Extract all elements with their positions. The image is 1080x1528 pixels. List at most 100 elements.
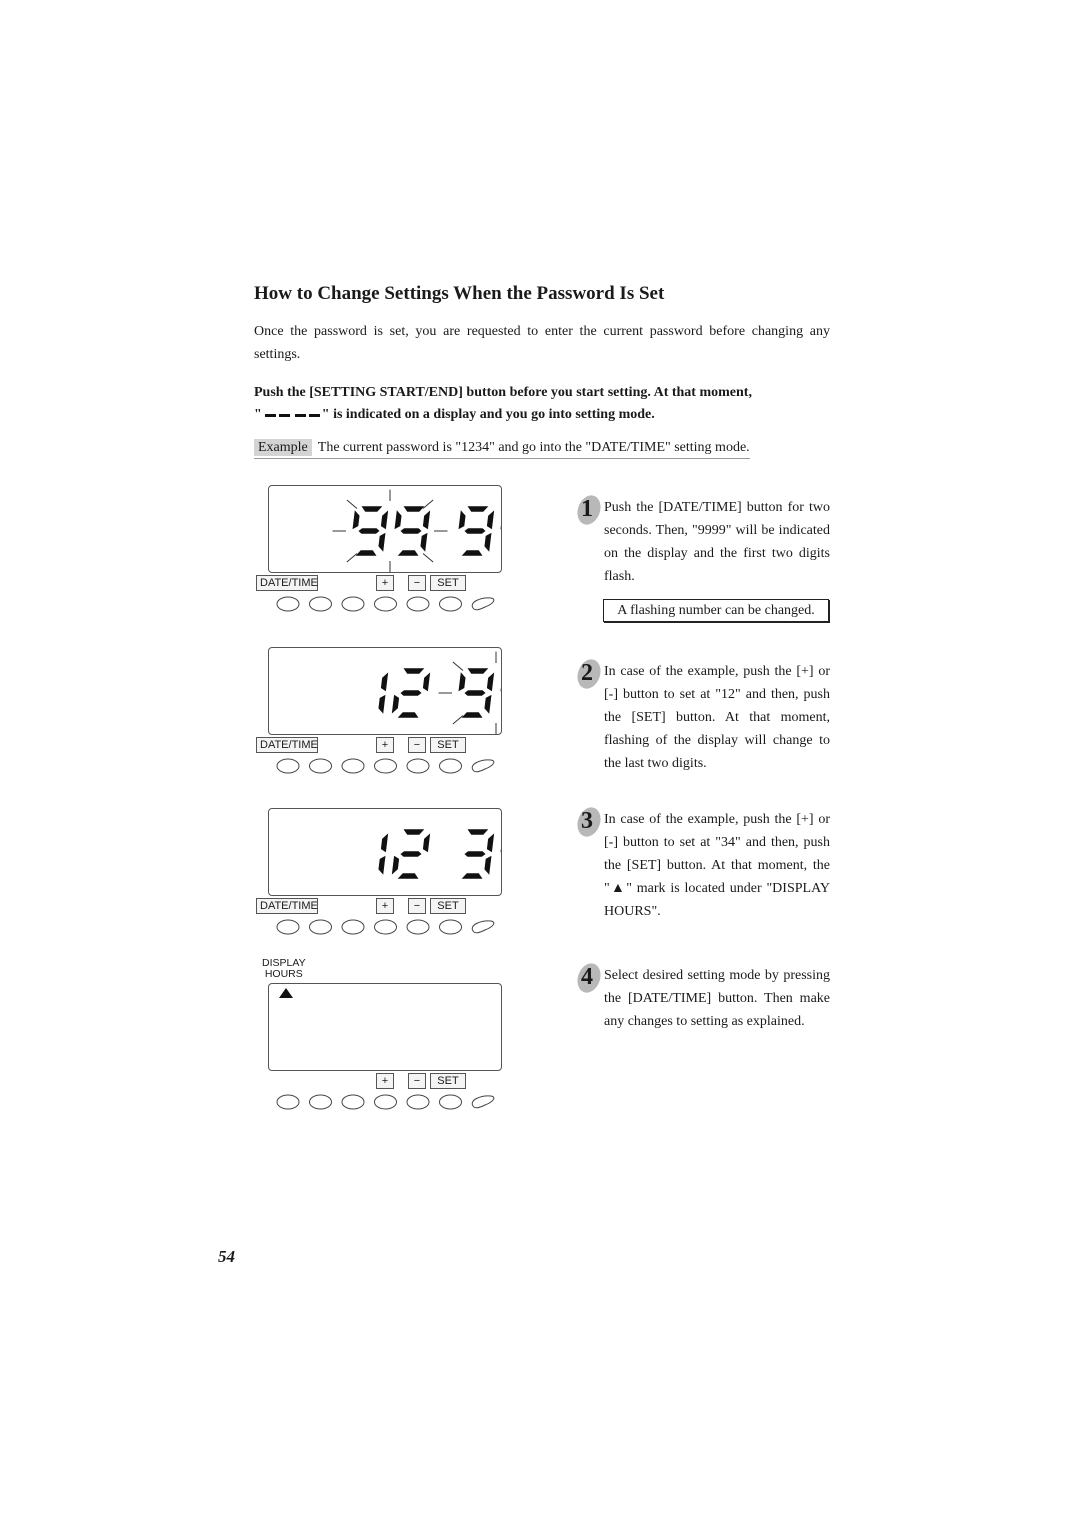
clock-panel-1: DATE/TIME + − SET (256, 485, 537, 615)
lcd-segment-a (402, 667, 426, 675)
lcd-segment-c (483, 531, 493, 554)
lcd-segment-d (396, 872, 420, 880)
key-row (276, 596, 506, 612)
step-text: Select desired setting mode by pressing … (604, 968, 830, 1029)
keypad-key[interactable] (276, 1094, 300, 1110)
keypad-key[interactable] (471, 759, 495, 773)
plus-button[interactable]: + (376, 575, 394, 591)
plus-button[interactable]: + (376, 1073, 394, 1089)
quote-open: " (254, 407, 262, 422)
keypad-key[interactable] (374, 596, 397, 612)
step-text: In case of the example, push the [+] or … (604, 812, 830, 919)
lcd-segment-a (360, 505, 384, 513)
step-number-badge: 4 (576, 962, 602, 994)
lcd-display (268, 808, 537, 896)
keypad-key[interactable] (374, 758, 397, 774)
step-4: 4 Select desired setting mode by pressin… (576, 962, 830, 1033)
minus-button[interactable]: − (408, 737, 426, 753)
lcd-segment-b (380, 831, 389, 854)
plus-button[interactable]: + (376, 737, 394, 753)
keypad-key[interactable] (471, 597, 495, 611)
keypad-key[interactable] (471, 1095, 495, 1109)
keypad-key[interactable] (439, 1094, 462, 1110)
lcd-segment-f (457, 670, 467, 693)
keypad-key[interactable] (309, 758, 332, 774)
plus-button[interactable]: + (376, 898, 394, 914)
lcd-segment-a (466, 828, 490, 836)
keypad-key[interactable] (406, 919, 430, 935)
minus-button[interactable]: − (408, 898, 426, 914)
keypad-key[interactable] (276, 596, 300, 612)
keypad-key[interactable] (406, 758, 430, 774)
keypad-key[interactable] (374, 919, 397, 935)
minus-button[interactable]: − (408, 575, 426, 591)
key-row (276, 919, 506, 935)
lcd-segment-g (463, 689, 487, 697)
display-hours-label: DISPLAY HOURS (262, 958, 306, 980)
keypad-key[interactable] (374, 1094, 397, 1110)
date-time-button[interactable]: DATE/TIME (256, 898, 318, 914)
clock-panel-2: DATE/TIME + − SET (256, 647, 554, 777)
keypad-key[interactable] (309, 919, 332, 935)
lcd-segment-b (422, 508, 431, 531)
keypad-key[interactable] (439, 919, 462, 935)
seven-segment-display (525, 1006, 537, 1052)
lcd-segment-d (396, 711, 420, 719)
lcd-display (268, 983, 537, 1071)
lcd-segment-b (486, 508, 495, 531)
set-button[interactable]: SET (430, 1073, 466, 1089)
clock-panel-3: DATE/TIME + − SET (256, 808, 537, 938)
lcd-segment-b (486, 831, 495, 854)
lcd-segment-d (354, 549, 378, 557)
keypad-key[interactable] (276, 758, 300, 774)
keypad-key[interactable] (309, 1094, 332, 1110)
set-button[interactable]: SET (430, 575, 466, 591)
keypad-key[interactable] (341, 758, 365, 774)
lcd-segment-g (399, 527, 423, 535)
step-1: 1 Push the [DATE/TIME] button for two se… (576, 495, 830, 588)
keypad-key[interactable] (471, 920, 495, 934)
lcd-segment-f (393, 508, 403, 531)
step-3: 3 In case of the example, push the [+] o… (576, 807, 830, 923)
lcd-segment-g (357, 527, 381, 535)
key-row (276, 758, 506, 774)
lcd-segment-a (402, 505, 426, 513)
flash-ray (452, 661, 464, 671)
keypad-key[interactable] (439, 758, 462, 774)
flash-ray (346, 553, 358, 563)
example-tag: Example (254, 439, 312, 456)
flash-ray (422, 499, 434, 509)
keypad-key[interactable] (341, 919, 365, 935)
set-button[interactable]: SET (430, 898, 466, 914)
lcd-segment-f (499, 670, 509, 693)
lcd-segment-b (380, 670, 389, 693)
clock-panel-4: DISPLAY HOURS + − SET (256, 958, 537, 1118)
keypad-key[interactable] (341, 596, 365, 612)
step-text: In case of the example, push the [+] or … (604, 664, 830, 771)
keypad-key[interactable] (406, 1094, 430, 1110)
display-label-line2: HOURS (264, 968, 303, 980)
keypad-key[interactable] (406, 596, 430, 612)
lcd-display (268, 485, 537, 573)
date-time-button[interactable]: DATE/TIME (256, 575, 318, 591)
lcd-segment-f (499, 508, 509, 531)
keypad-key[interactable] (341, 1094, 365, 1110)
example-text: The current password is "1234" and go in… (317, 440, 750, 455)
lcd-segment-d (460, 549, 484, 557)
keypad-key[interactable] (309, 596, 332, 612)
example-line: Example The current password is "1234" an… (254, 439, 750, 459)
lcd-segment-b (422, 670, 431, 693)
date-time-button[interactable]: DATE/TIME (256, 737, 318, 753)
keypad-key[interactable] (276, 919, 300, 935)
lcd-segment-d (396, 549, 420, 557)
lcd-segment-f (499, 831, 509, 854)
flash-ray (346, 499, 358, 509)
set-button[interactable]: SET (430, 737, 466, 753)
step-text: Push the [DATE/TIME] button for two seco… (604, 500, 830, 584)
keypad-key[interactable] (439, 596, 462, 612)
lcd-segment-g (463, 527, 487, 535)
flash-ray (452, 715, 464, 725)
lcd-segment-c (483, 854, 493, 877)
minus-button[interactable]: − (408, 1073, 426, 1089)
lcd-segment-b (380, 508, 389, 531)
